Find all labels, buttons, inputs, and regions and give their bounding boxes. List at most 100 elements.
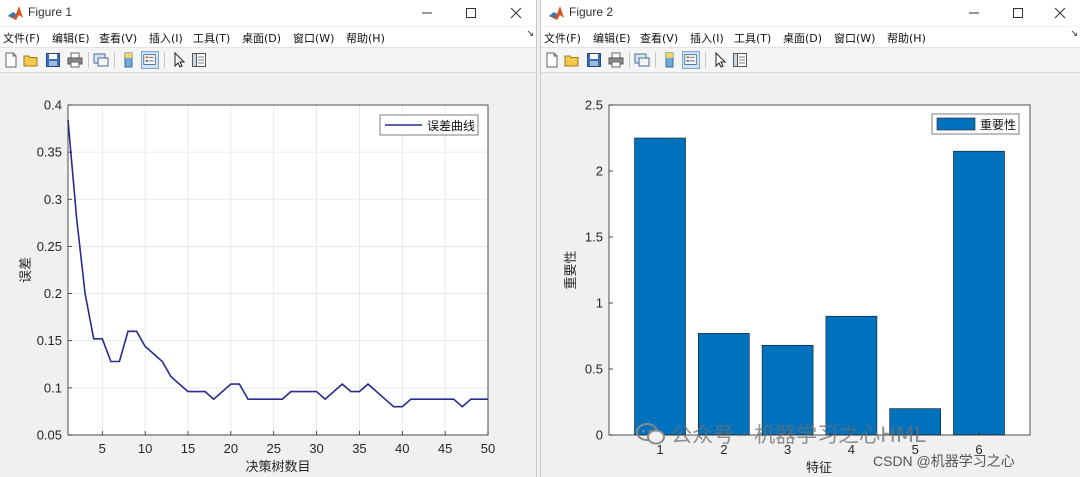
colorbar-icon[interactable] <box>661 51 679 69</box>
menubar-expand-icon[interactable]: ↘ <box>526 29 534 39</box>
y-tick-label: 0.25 <box>37 239 62 254</box>
figure1-window: Figure 1 文件(F) 编辑(E) 查看(V) 插入(I) 工具(T) 桌… <box>0 0 537 477</box>
menu-help[interactable]: 帮助(H) <box>887 30 926 46</box>
legend-icon[interactable] <box>141 51 159 69</box>
new-figure-icon[interactable] <box>2 51 20 69</box>
matlab-icon <box>8 6 23 20</box>
menu-view[interactable]: 查看(V) <box>99 30 137 46</box>
figure1-titlebar[interactable]: Figure 1 <box>0 0 536 26</box>
open-file-icon[interactable] <box>22 51 40 69</box>
menu-file[interactable]: 文件(F) <box>3 30 40 46</box>
new-figure-icon[interactable] <box>543 51 561 69</box>
figure2-titlebar[interactable]: Figure 2 <box>541 0 1080 26</box>
x-tick-label: 20 <box>224 441 238 456</box>
x-tick-label: 30 <box>309 441 323 456</box>
wechat-watermark: 公众号 · 机器学习之心HML <box>636 419 926 449</box>
save-icon[interactable] <box>44 51 62 69</box>
figure2-menubar: 文件(F) 编辑(E) 查看(V) 插入(I) 工具(T) 桌面(D) 窗口(W… <box>541 27 1080 48</box>
figure1-menubar: 文件(F) 编辑(E) 查看(V) 插入(I) 工具(T) 桌面(D) 窗口(W… <box>0 27 536 48</box>
toolbar-separator <box>164 52 165 68</box>
bar-feature-6[interactable] <box>953 150 1005 436</box>
x-axis-label: 特征 <box>806 460 832 475</box>
figure2-plot-area: 1 2 3 4 5 6 0 0.5 1 1.5 2 2.5 特征 重要性 重要性 <box>541 73 1080 477</box>
y-tick-label: 0.15 <box>37 333 62 348</box>
figure2-toolbar <box>541 48 1080 73</box>
menu-edit[interactable]: 编辑(E) <box>52 30 90 46</box>
toolbar-separator <box>88 52 89 68</box>
property-inspector-icon[interactable] <box>190 51 208 69</box>
x-tick-label: 40 <box>395 441 409 456</box>
close-icon[interactable] <box>1047 2 1073 24</box>
property-inspector-icon[interactable] <box>731 51 749 69</box>
figure2-title: Figure 2 <box>569 5 614 19</box>
figure2-window: Figure 2 文件(F) 编辑(E) 查看(V) 插入(I) 工具(T) 桌… <box>540 0 1080 477</box>
y-axis-label: 误差 <box>18 257 33 283</box>
y-tick-label: 1.5 <box>585 230 603 245</box>
matlab-icon <box>549 6 564 20</box>
x-tick-label: 15 <box>181 441 195 456</box>
y-tick-label: 0.3 <box>44 192 62 207</box>
toolbar-separator <box>655 52 656 68</box>
feature-importance-chart[interactable]: 1 2 3 4 5 600.511.522.5 特征 重要性 重要性 <box>541 73 1080 477</box>
error-curve-chart[interactable]: 5 10 15 20 25 30 35 40 45 50 0.05 0.1 0.15 0.2 0.25 0.3… <box>0 73 537 477</box>
menu-insert[interactable]: 插入(I) <box>149 30 183 46</box>
axes-background <box>68 105 488 435</box>
y-tick-label: 2 <box>596 164 603 179</box>
csdn-watermark: CSDN @机器学习之心 <box>873 453 1015 469</box>
x-tick-label: 35 <box>352 441 366 456</box>
y-tick-label: 0.35 <box>37 145 62 160</box>
pointer-icon[interactable] <box>711 51 729 69</box>
menu-file[interactable]: 文件(F) <box>544 30 581 46</box>
maximize-icon[interactable] <box>458 2 484 24</box>
open-file-icon[interactable] <box>563 51 581 69</box>
figure1-plot-area: 5 10 15 20 25 30 35 40 45 50 0.05 0.1 0.15 0.2 0.25 0.3… <box>0 73 536 477</box>
wechat-icon <box>636 423 665 445</box>
x-tick-label: 25 <box>266 441 280 456</box>
y-tick-label: 0.05 <box>37 428 62 443</box>
minimize-icon[interactable] <box>414 2 440 24</box>
x-tick-label: 10 <box>138 441 152 456</box>
link-plot-icon[interactable] <box>92 51 110 69</box>
minimize-icon[interactable] <box>961 2 987 24</box>
x-axis-label: 决策树数目 <box>245 459 310 474</box>
menu-view[interactable]: 查看(V) <box>640 30 678 46</box>
y-tick-label: 0.5 <box>585 362 603 377</box>
menu-tools[interactable]: 工具(T) <box>193 30 230 46</box>
toolbar-separator <box>705 52 706 68</box>
save-icon[interactable] <box>585 51 603 69</box>
toolbar-separator <box>629 52 630 68</box>
maximize-icon[interactable] <box>1005 2 1031 24</box>
y-axis-label: 重要性 <box>563 250 578 289</box>
close-icon[interactable] <box>503 2 529 24</box>
x-tick-label: 45 <box>438 441 452 456</box>
bar-feature-4[interactable] <box>825 315 878 436</box>
legend-entry-importance: 重要性 <box>980 118 1016 132</box>
menu-insert[interactable]: 插入(I) <box>690 30 724 46</box>
y-tick-label: 1 <box>596 296 603 311</box>
print-icon[interactable] <box>66 51 84 69</box>
link-plot-icon[interactable] <box>633 51 651 69</box>
menu-help[interactable]: 帮助(H) <box>346 30 385 46</box>
menu-window[interactable]: 窗口(W) <box>293 30 334 46</box>
legend-icon[interactable] <box>682 51 700 69</box>
pointer-icon[interactable] <box>170 51 188 69</box>
print-icon[interactable] <box>607 51 625 69</box>
menu-tools[interactable]: 工具(T) <box>734 30 771 46</box>
menu-edit[interactable]: 编辑(E) <box>593 30 631 46</box>
wechat-watermark-text: 公众号 · 机器学习之心HML <box>671 423 926 447</box>
legend[interactable]: 误差曲线 <box>379 114 479 136</box>
menubar-expand-icon[interactable]: ↘ <box>1070 29 1078 39</box>
figure1-toolbar <box>0 48 536 73</box>
x-tick-label: 50 <box>481 441 495 456</box>
menu-window[interactable]: 窗口(W) <box>834 30 875 46</box>
figure1-title: Figure 1 <box>28 5 73 19</box>
toolbar-separator <box>114 52 115 68</box>
legend[interactable]: 重要性 <box>931 113 1020 135</box>
y-tick-label: 0.1 <box>44 380 62 395</box>
bar-feature-1[interactable] <box>634 137 686 436</box>
y-tick-label: 0.2 <box>44 286 62 301</box>
menu-desktop[interactable]: 桌面(D) <box>783 30 822 46</box>
legend-bar-swatch <box>936 117 976 131</box>
menu-desktop[interactable]: 桌面(D) <box>242 30 281 46</box>
colorbar-icon[interactable] <box>120 51 138 69</box>
